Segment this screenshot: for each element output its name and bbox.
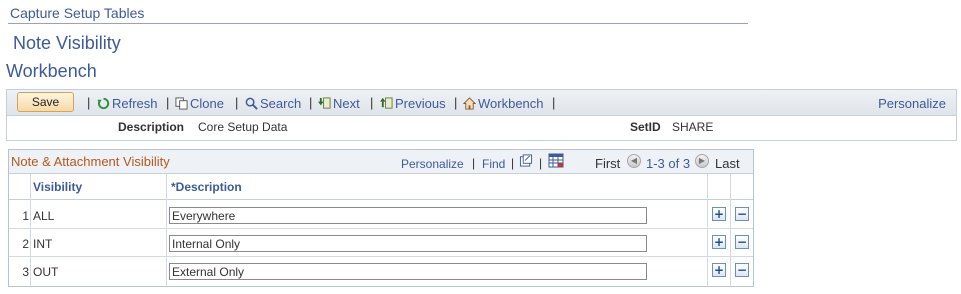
add-row-button[interactable]: +: [712, 263, 726, 277]
visibility-code: OUT: [33, 265, 59, 279]
section-title: Workbench: [6, 61, 97, 81]
delete-row-button[interactable]: −: [735, 263, 749, 277]
grid-separator: |: [472, 156, 476, 170]
toolbar-separator: |: [235, 95, 239, 110]
toolbar-separator: |: [87, 95, 91, 110]
home-icon: [463, 97, 476, 110]
grid-separator: |: [539, 156, 543, 170]
search-label: Search: [260, 96, 302, 111]
previous-button[interactable]: Previous: [380, 96, 446, 111]
column-header-visibility[interactable]: Visibility: [33, 180, 82, 194]
workbench-button[interactable]: Workbench: [463, 96, 544, 111]
table-row: 1 ALL + −: [9, 201, 753, 229]
breadcrumb[interactable]: Capture Setup Tables: [10, 5, 144, 21]
description-field[interactable]: [169, 207, 647, 224]
grid-title: Note & Attachment Visibility: [11, 154, 170, 169]
save-button[interactable]: Save: [17, 92, 74, 112]
row-range: 1-3 of 3: [646, 156, 691, 171]
download-spreadsheet-icon[interactable]: [548, 153, 564, 168]
visibility-code: INT: [33, 237, 53, 251]
next-label: Next: [333, 96, 360, 111]
row-number: 2: [22, 237, 29, 251]
add-row-button[interactable]: +: [712, 235, 726, 249]
view-all-icon[interactable]: [519, 154, 533, 167]
workbench-label: Workbench: [478, 96, 544, 111]
search-button[interactable]: Search: [245, 96, 301, 111]
description-field[interactable]: [169, 235, 647, 252]
add-row-button[interactable]: +: [712, 207, 726, 221]
toolbar-separator: |: [552, 95, 556, 110]
grid-column-headers: Visibility *Description: [9, 174, 753, 200]
visibility-grid: Note & Attachment Visibility Personalize…: [8, 149, 754, 287]
delete-row-button[interactable]: −: [735, 235, 749, 249]
setid-label: SetID: [630, 120, 661, 134]
toolbar-separator: |: [166, 95, 170, 110]
visibility-code: ALL: [33, 209, 55, 223]
previous-label: Previous: [395, 96, 446, 111]
toolbar-separator: |: [454, 95, 458, 110]
clone-label: Clone: [190, 96, 224, 111]
grid-separator: |: [511, 156, 515, 170]
clone-icon: [175, 97, 188, 110]
last-label: Last: [715, 156, 740, 171]
clone-button[interactable]: Clone: [175, 96, 224, 111]
grid-find-link[interactable]: Find: [482, 157, 505, 171]
row-number: 1: [22, 209, 29, 223]
next-icon: [318, 97, 331, 109]
previous-icon: [380, 97, 393, 109]
breadcrumb-divider: [8, 23, 748, 24]
page-title: Note Visibility: [13, 33, 121, 53]
grid-personalize-link[interactable]: Personalize: [401, 157, 464, 171]
personalize-link[interactable]: Personalize: [878, 96, 946, 111]
info-row: Description Core Setup Data SetID SHARE: [6, 116, 957, 141]
setid-value: SHARE: [672, 120, 714, 134]
description-value: Core Setup Data: [198, 120, 288, 134]
refresh-label: Refresh: [112, 96, 158, 111]
refresh-button[interactable]: Refresh: [97, 96, 158, 111]
first-label: First: [595, 156, 621, 171]
table-row: 3 OUT + −: [9, 257, 753, 285]
row-number: 3: [22, 265, 29, 279]
table-row: 2 INT + −: [9, 229, 753, 257]
column-header-description[interactable]: *Description: [171, 180, 242, 194]
toolbar-separator: |: [370, 95, 374, 110]
search-icon: [245, 97, 258, 110]
next-row-icon[interactable]: ▶: [695, 154, 709, 168]
description-field[interactable]: [169, 263, 647, 280]
toolbar: Save | Refresh | Clone | Search | Next |: [6, 89, 957, 116]
next-button[interactable]: Next: [318, 96, 360, 111]
toolbar-separator: |: [309, 95, 313, 110]
grid-header: Note & Attachment Visibility Personalize…: [9, 150, 753, 174]
description-label: Description: [118, 120, 185, 134]
refresh-icon: [97, 97, 110, 110]
delete-row-button[interactable]: −: [735, 207, 749, 221]
previous-row-icon[interactable]: ◀: [627, 154, 641, 168]
